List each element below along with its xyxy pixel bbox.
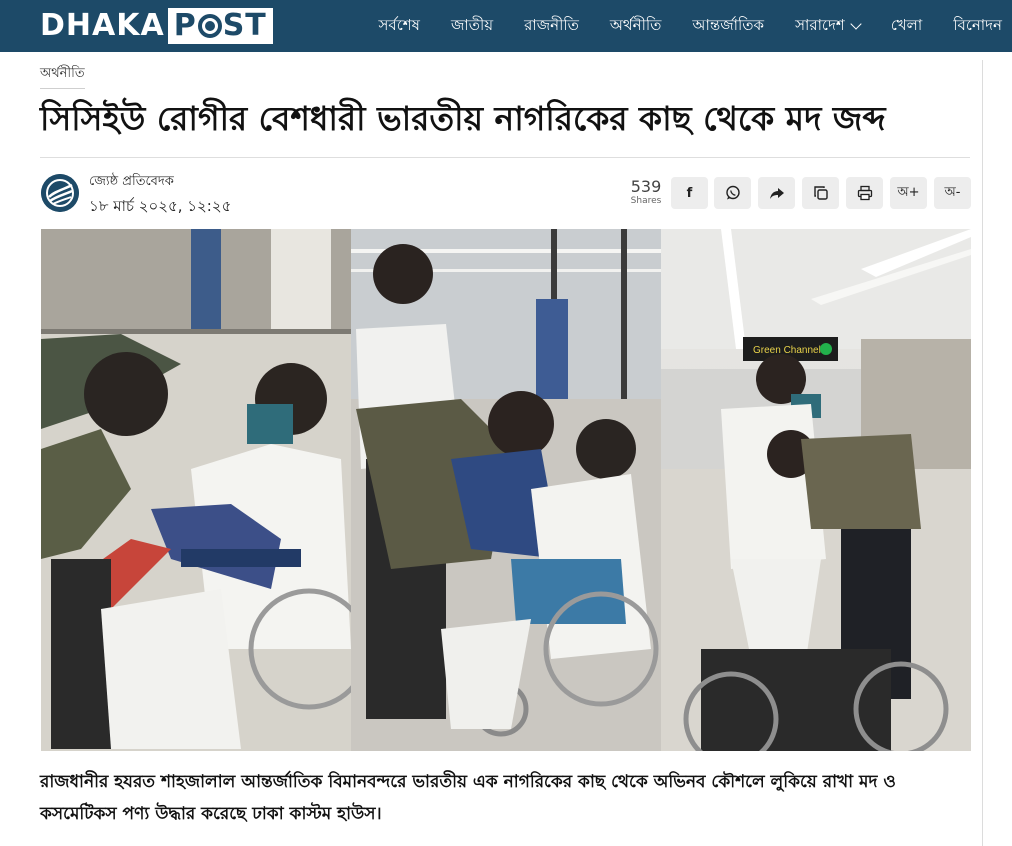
article-title: সিসিইউ রোগীর বেশধারী ভারতীয় নাগরিকের কা…: [40, 99, 886, 138]
sidebar-divider: [982, 60, 983, 846]
facebook-icon: f: [686, 185, 693, 201]
photo-1-illustration: [41, 229, 351, 751]
share-count: 539 Shares: [626, 178, 666, 207]
author-name[interactable]: জ্যেষ্ঠ প্রতিবেদক: [89, 172, 174, 193]
share-icon: [769, 188, 784, 199]
green-channel-sign: Green Channel: [753, 345, 821, 356]
print-icon: [857, 185, 872, 201]
logo-text-dhaka: DHAKA: [40, 8, 165, 43]
photo-3-illustration: Green Channel: [661, 229, 971, 751]
font-increase-button[interactable]: অ+: [890, 177, 927, 209]
nav-item-economy[interactable]: অর্থনীতি: [610, 14, 662, 39]
nav-item-sports[interactable]: খেলা: [891, 14, 922, 39]
chevron-down-icon: [850, 17, 862, 30]
share-button[interactable]: [758, 177, 795, 209]
photo-2-illustration: [351, 229, 661, 751]
nav-item-latest[interactable]: সর্বশেষ: [379, 14, 420, 39]
copy-link-button[interactable]: [802, 177, 839, 209]
site-header: DHAKA P ST সর্বশেষ জাতীয় রাজনীতি অর্থনীত…: [0, 0, 1012, 52]
share-count-number: 539: [630, 177, 662, 196]
font-decrease-label: অ-: [944, 184, 961, 200]
nav-item-national[interactable]: জাতীয়: [451, 14, 493, 39]
copy-icon: [813, 186, 828, 200]
author-globe-icon: [41, 174, 79, 212]
font-decrease-button[interactable]: অ-: [934, 177, 971, 209]
site-logo[interactable]: DHAKA P ST: [40, 8, 273, 44]
whatsapp-share-button[interactable]: [714, 177, 751, 209]
nav-item-country[interactable]: সারাদেশ: [795, 14, 862, 39]
category-link[interactable]: অর্থনীতি: [40, 64, 85, 89]
share-count-label: Shares: [630, 196, 662, 206]
nav-item-country-label: সারাদেশ: [795, 15, 845, 34]
nav-item-entertainment[interactable]: বিনোদন: [953, 14, 1002, 39]
facebook-share-button[interactable]: f: [671, 177, 708, 209]
article-lead: রাজধানীর হযরত শাহজালাল আন্তর্জাতিক বিমান…: [40, 772, 896, 824]
font-increase-label: অ+: [897, 184, 920, 200]
author-avatar: [41, 174, 79, 212]
whatsapp-icon: [725, 185, 740, 200]
logo-o-icon: [197, 14, 222, 38]
nav-item-international[interactable]: আন্তর্জাতিক: [692, 14, 764, 39]
logo-text-post: P ST: [167, 8, 273, 44]
article-photo-1: [41, 229, 351, 751]
main-nav: সর্বশেষ জাতীয় রাজনীতি অর্থনীতি আন্তর্জা…: [348, 0, 1003, 52]
title-divider: [40, 157, 970, 158]
article-photo-3: Green Channel: [661, 229, 971, 751]
article-photo-2: [351, 229, 661, 751]
publish-date: ১৮ মার্চ ২০২৫, ১২:২৫: [89, 197, 232, 215]
print-button[interactable]: [846, 177, 883, 209]
nav-item-politics[interactable]: রাজনীতি: [524, 14, 579, 39]
